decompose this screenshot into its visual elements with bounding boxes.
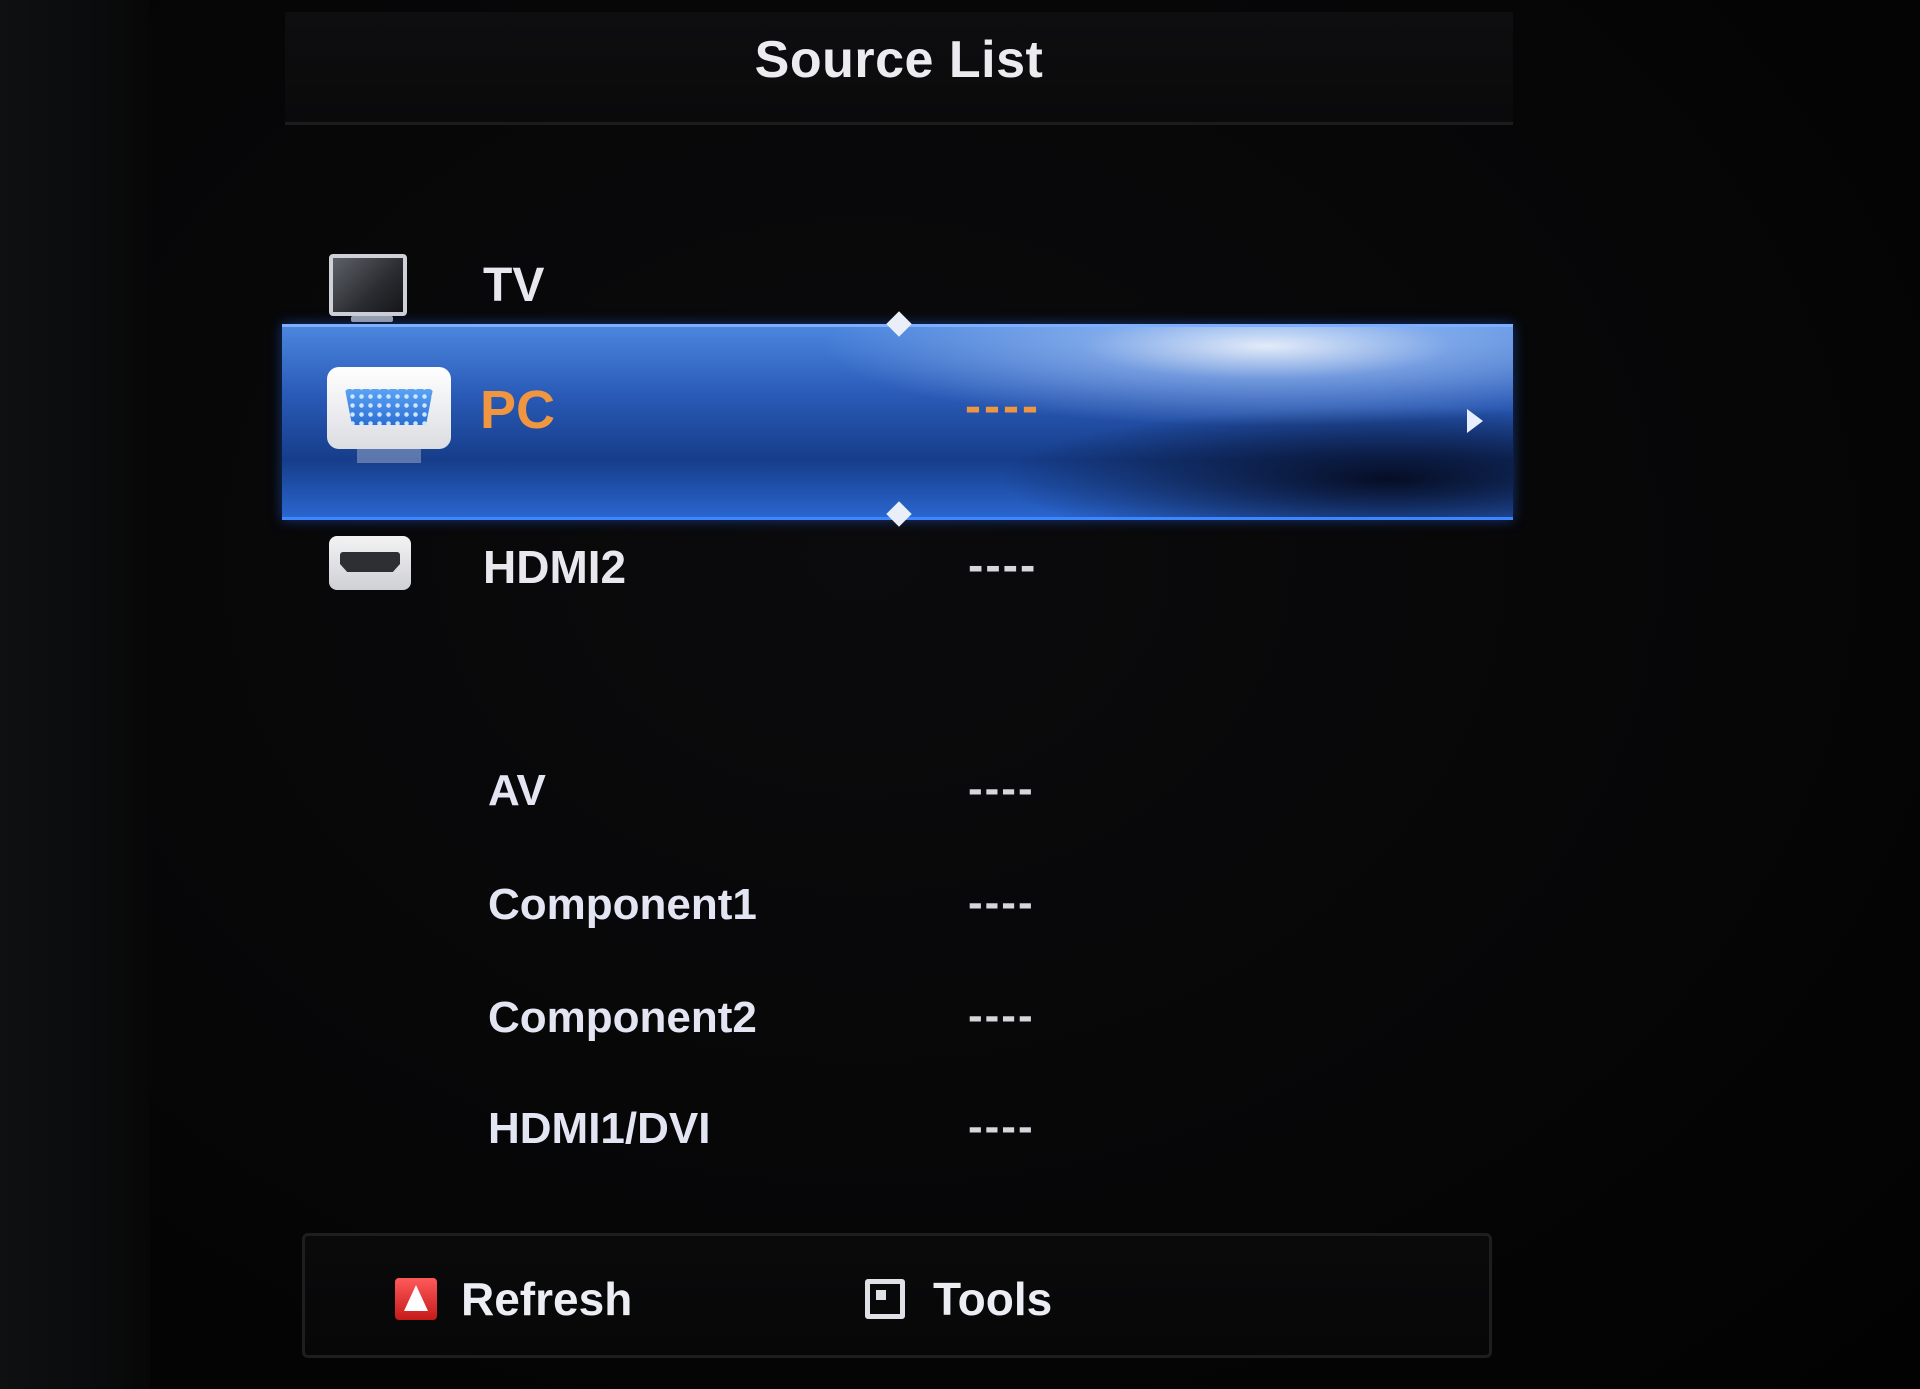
source-label-component1: Component1 — [488, 880, 757, 929]
refresh-button[interactable]: Refresh — [395, 1272, 632, 1326]
source-item-component2[interactable]: Component2 ---- — [285, 987, 1513, 1087]
tools-button[interactable]: Tools — [865, 1272, 1052, 1326]
source-label-tv: TV — [483, 259, 545, 312]
source-item-component1[interactable]: Component1 ---- — [285, 874, 1513, 974]
hdmi-connector-icon — [329, 536, 411, 590]
tv-icon — [329, 254, 407, 322]
tv-screen: Source List TV PC ---- HDMI2 ---- AV ---… — [0, 0, 1920, 1389]
source-item-pc[interactable]: PC ---- — [282, 311, 1513, 527]
source-value-component1: ---- — [968, 878, 1035, 927]
down-notch-icon — [886, 501, 912, 527]
source-item-hdmi2[interactable]: HDMI2 ---- — [285, 530, 1513, 630]
refresh-label: Refresh — [461, 1273, 633, 1325]
source-value-pc: ---- — [965, 380, 1041, 433]
source-value-av: ---- — [968, 764, 1035, 813]
source-value-hdmi1-dvi: ---- — [968, 1102, 1035, 1151]
vga-port-graphic — [345, 389, 433, 425]
source-value-hdmi2: ---- — [968, 539, 1038, 591]
source-item-hdmi1-dvi[interactable]: HDMI1/DVI ---- — [285, 1098, 1513, 1198]
tools-icon — [865, 1279, 905, 1319]
source-label-pc: PC — [480, 380, 556, 440]
source-label-hdmi2: HDMI2 — [483, 541, 627, 593]
arrow-right-icon[interactable] — [1467, 409, 1483, 433]
red-a-button-icon — [395, 1278, 437, 1320]
footer-bar: Refresh Tools — [302, 1233, 1492, 1358]
source-label-component2: Component2 — [488, 993, 757, 1042]
source-label-av: AV — [488, 766, 546, 815]
screen-bezel — [0, 0, 150, 1389]
source-label-hdmi1-dvi: HDMI1/DVI — [488, 1104, 711, 1153]
page-title: Source List — [754, 31, 1044, 89]
source-value-component2: ---- — [968, 991, 1035, 1040]
source-item-av[interactable]: AV ---- — [285, 760, 1513, 860]
vga-connector-icon — [327, 367, 451, 449]
tools-label: Tools — [933, 1273, 1053, 1325]
